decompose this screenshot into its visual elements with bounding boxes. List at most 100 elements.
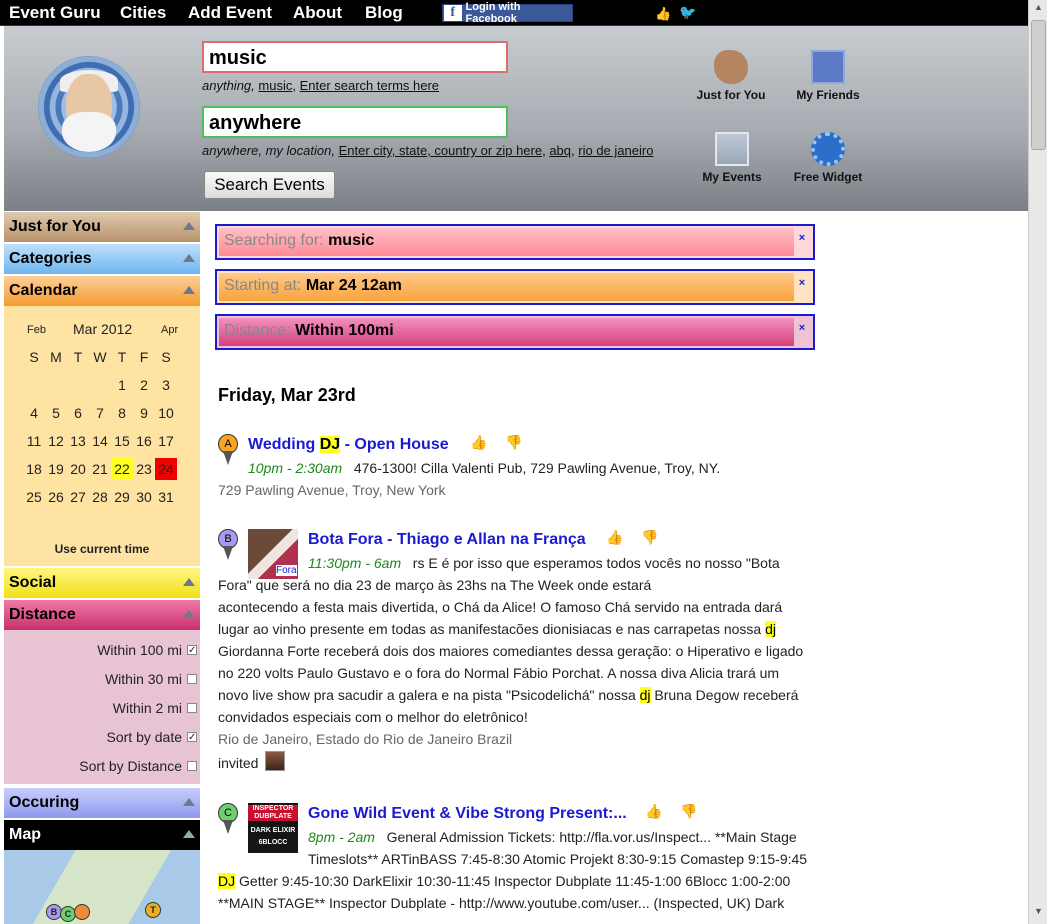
calendar-day[interactable]: 20 bbox=[67, 458, 89, 480]
thumbs-up-icon[interactable]: 👍 bbox=[645, 803, 662, 820]
remove-filter-button[interactable]: × bbox=[795, 277, 809, 295]
calendar-day[interactable]: 23 bbox=[133, 458, 155, 480]
event-marker-b[interactable]: B bbox=[218, 529, 238, 563]
calendar-day[interactable]: 8 bbox=[111, 402, 133, 424]
distance-option[interactable]: Sort by Distance bbox=[79, 758, 197, 774]
calendar-day[interactable]: 6 bbox=[67, 402, 89, 424]
calendar-day[interactable]: 4 bbox=[23, 402, 45, 424]
distance-option-checkbox[interactable] bbox=[187, 761, 197, 771]
search-events-button[interactable]: Search Events bbox=[204, 171, 335, 199]
sidebar-section-categories[interactable]: Categories bbox=[4, 244, 200, 274]
calendar-day[interactable]: 29 bbox=[111, 486, 133, 508]
thumbs-down-icon[interactable]: 👎 bbox=[505, 434, 522, 451]
collapse-triangle-icon[interactable] bbox=[183, 286, 195, 294]
calendar-day[interactable]: 2 bbox=[133, 374, 155, 396]
calendar-day[interactable]: 1 bbox=[111, 374, 133, 396]
distance-option-checkbox[interactable]: ✓ bbox=[187, 732, 197, 743]
calendar-day[interactable]: 27 bbox=[67, 486, 89, 508]
distance-option[interactable]: Within 100 mi ✓ bbox=[97, 642, 197, 658]
sidebar-section-calendar[interactable]: Calendar bbox=[4, 276, 200, 306]
scroll-up-arrow-icon[interactable]: ▲ bbox=[1031, 2, 1046, 17]
nav-blog[interactable]: Blog bbox=[365, 3, 403, 23]
thumbs-down-icon[interactable]: 👎 bbox=[680, 803, 697, 820]
event-title-link[interactable]: Bota Fora - Thiago e Allan na França bbox=[308, 531, 586, 549]
calendar-day[interactable]: 22 bbox=[111, 458, 133, 480]
calendar-day[interactable]: 9 bbox=[133, 402, 155, 424]
distance-option[interactable]: Sort by date ✓ bbox=[107, 729, 197, 745]
calendar-prev-month[interactable]: Feb bbox=[27, 324, 46, 336]
event-title-link[interactable]: Wedding DJ - Open House bbox=[248, 436, 449, 454]
calendar-day[interactable]: 11 bbox=[23, 430, 45, 452]
scroll-down-arrow-icon[interactable]: ▼ bbox=[1031, 906, 1046, 921]
scroll-thumb[interactable] bbox=[1031, 20, 1046, 150]
event-marker-a[interactable]: A bbox=[218, 434, 238, 468]
calendar-day[interactable]: 26 bbox=[45, 486, 67, 508]
twitter-icon[interactable]: 🐦 bbox=[679, 4, 696, 21]
what-hint-enter-link[interactable]: Enter search terms here bbox=[300, 78, 439, 93]
where-hint-abq-link[interactable]: abq bbox=[549, 143, 571, 158]
calendar-day[interactable]: 16 bbox=[133, 430, 155, 452]
calendar-day[interactable]: 7 bbox=[89, 402, 111, 424]
nav-about[interactable]: About bbox=[293, 3, 342, 23]
thumbs-down-icon[interactable]: 👎 bbox=[641, 529, 658, 546]
what-hint-music-link[interactable]: music bbox=[258, 78, 292, 93]
calendar-day[interactable]: 18 bbox=[23, 458, 45, 480]
calendar-day[interactable]: 10 bbox=[155, 402, 177, 424]
calendar-day[interactable]: 25 bbox=[23, 486, 45, 508]
use-current-time-link[interactable]: Use current time bbox=[4, 542, 200, 556]
just-for-you-link[interactable]: Just for You bbox=[686, 50, 776, 102]
calendar-next-month[interactable]: Apr bbox=[161, 324, 178, 336]
where-hint-enter-link[interactable]: Enter city, state, country or zip here bbox=[339, 143, 543, 158]
where-hint-rio-link[interactable]: rio de janeiro bbox=[578, 143, 653, 158]
remove-filter-button[interactable]: × bbox=[795, 322, 809, 340]
sidebar-section-just-for-you[interactable]: Just for You bbox=[4, 212, 200, 242]
event-thumbnail[interactable]: INSPECTOR DUBPLATE DARK ELIXIR 6BLOCC bbox=[248, 803, 298, 853]
invited-friend-avatar[interactable] bbox=[265, 751, 285, 771]
calendar-day[interactable]: 12 bbox=[45, 430, 67, 452]
distance-option[interactable]: Within 2 mi bbox=[113, 700, 197, 716]
sidebar-section-map[interactable]: Map bbox=[4, 820, 200, 850]
collapse-triangle-icon[interactable] bbox=[183, 254, 195, 262]
map-marker-cluster[interactable] bbox=[74, 904, 90, 920]
free-widget-link[interactable]: Free Widget bbox=[783, 132, 873, 184]
collapse-triangle-icon[interactable] bbox=[183, 798, 195, 806]
sidebar-section-social[interactable]: Social bbox=[4, 568, 200, 598]
scrollbar[interactable]: ▲ ▼ bbox=[1028, 0, 1047, 924]
collapse-triangle-icon[interactable] bbox=[183, 610, 195, 618]
distance-option-checkbox[interactable] bbox=[187, 703, 197, 713]
facebook-login-button[interactable]: f Login with Facebook bbox=[442, 1, 573, 25]
event-guru-logo[interactable] bbox=[38, 56, 140, 158]
calendar-day[interactable]: 30 bbox=[133, 486, 155, 508]
thumbs-up-icon[interactable]: 👍 bbox=[470, 434, 487, 451]
calendar-day[interactable]: 21 bbox=[89, 458, 111, 480]
calendar-day[interactable]: 24 bbox=[155, 458, 177, 480]
like-icon[interactable]: 👍 bbox=[655, 6, 671, 22]
event-thumbnail[interactable]: Fora bbox=[248, 529, 298, 579]
what-search-input[interactable]: music bbox=[202, 41, 508, 73]
calendar-day[interactable]: 13 bbox=[67, 430, 89, 452]
collapse-triangle-icon[interactable] bbox=[183, 830, 195, 838]
event-marker-c[interactable]: C bbox=[218, 803, 238, 837]
calendar-day[interactable]: 28 bbox=[89, 486, 111, 508]
calendar-day[interactable]: 15 bbox=[111, 430, 133, 452]
calendar-day[interactable]: 5 bbox=[45, 402, 67, 424]
my-events-link[interactable]: My Events bbox=[687, 132, 777, 184]
collapse-triangle-icon[interactable] bbox=[183, 578, 195, 586]
thumbs-up-icon[interactable]: 👍 bbox=[606, 529, 623, 546]
sidebar-section-occuring[interactable]: Occuring bbox=[4, 788, 200, 818]
distance-option-checkbox[interactable]: ✓ bbox=[187, 645, 197, 656]
remove-filter-button[interactable]: × bbox=[795, 232, 809, 250]
calendar-day[interactable]: 19 bbox=[45, 458, 67, 480]
nav-add-event[interactable]: Add Event bbox=[188, 3, 272, 23]
event-title-link[interactable]: Gone Wild Event & Vibe Strong Present:..… bbox=[308, 805, 627, 823]
my-friends-link[interactable]: My Friends bbox=[783, 50, 873, 102]
where-search-input[interactable]: anywhere bbox=[202, 106, 508, 138]
distance-option[interactable]: Within 30 mi bbox=[105, 671, 197, 687]
calendar-day[interactable]: 14 bbox=[89, 430, 111, 452]
calendar-day[interactable]: 31 bbox=[155, 486, 177, 508]
calendar-day[interactable]: 3 bbox=[155, 374, 177, 396]
map-view[interactable]: B C T bbox=[4, 850, 200, 924]
map-marker-t[interactable]: T bbox=[145, 902, 161, 918]
brand-link[interactable]: Event Guru bbox=[9, 3, 101, 23]
nav-cities[interactable]: Cities bbox=[120, 3, 166, 23]
